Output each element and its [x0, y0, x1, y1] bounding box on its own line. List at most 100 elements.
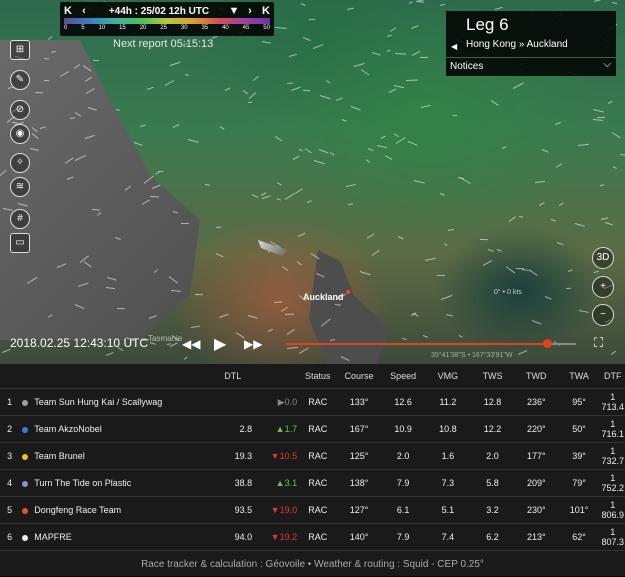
rewind-button[interactable]: ◀◀ [182, 337, 200, 351]
table-row[interactable]: 6MAPFRE94.0▼19.2RAC140°7.97.46.2213°62°1… [0, 524, 625, 551]
grid-icon[interactable]: # [10, 209, 30, 229]
wind-streak [414, 180, 425, 184]
col-status[interactable]: Status [298, 364, 337, 389]
wind-streak [620, 154, 625, 156]
ruler-icon[interactable]: ▭ [10, 233, 30, 253]
notices-dropdown[interactable]: Notices ⌵ [446, 57, 616, 76]
wind-streak [181, 223, 189, 224]
wind-streak [387, 35, 392, 37]
first-frame-button[interactable]: K [60, 5, 76, 17]
leg-prev-icon[interactable]: ◀ [451, 42, 457, 51]
wind-streak [566, 288, 571, 289]
australia-landmass [0, 40, 200, 340]
forecast-dropdown-icon[interactable]: ▼ [226, 5, 242, 17]
team-name: Dongfeng Race Team [34, 505, 121, 515]
wind-streak [458, 335, 462, 338]
wind-streak [495, 7, 503, 10]
timeline-progress[interactable] [286, 343, 547, 345]
wind-streak [480, 239, 488, 240]
wind-streak [150, 196, 159, 198]
compass-icon[interactable]: ✧ [10, 153, 30, 173]
wind-streak [425, 258, 436, 261]
play-button[interactable]: ▶ [214, 334, 226, 354]
wind-streak [396, 137, 406, 144]
table-row[interactable]: 4Turn The Tide on Plastic38.8▲3.1RAC138°… [0, 470, 625, 497]
speed-cell: 12.6 [381, 389, 426, 416]
wind-streak [377, 145, 387, 148]
wind-streak [305, 148, 312, 153]
wind-streak [381, 136, 386, 139]
wind-streak [395, 53, 406, 54]
fast-forward-button[interactable]: ▶▶ [244, 337, 262, 351]
wind-streak [550, 219, 555, 222]
wind-streak [372, 52, 381, 56]
next-report-label: Next report 05:15:13 [113, 38, 213, 50]
wind-streak [146, 86, 153, 89]
wind-streak [277, 198, 281, 201]
table-row[interactable]: 1Team Sun Hung Kai / Scallywag▶0.0RAC133… [0, 389, 625, 416]
col-course[interactable]: Course [337, 364, 380, 389]
prev-frame-button[interactable]: ‹ [76, 5, 92, 17]
rank-cell: 5 [0, 497, 19, 524]
wind-streak [274, 136, 282, 141]
col-dtf[interactable]: DTF [600, 364, 625, 389]
team-cell: Team Brunel [19, 443, 212, 470]
race-map[interactable]: K ‹ +44h : 25/02 12h UTC ▼ › K 051015202… [0, 0, 625, 364]
wind-streak [394, 134, 400, 139]
wind-streak [313, 44, 324, 49]
wind-streak [453, 115, 457, 116]
wind-streak [294, 188, 302, 194]
layers-icon[interactable]: ≋ [10, 177, 30, 197]
wind-streak [330, 152, 335, 155]
col-vmg[interactable]: VMG [426, 364, 471, 389]
course-cell: 133° [337, 389, 380, 416]
speed-cell: 7.9 [381, 524, 426, 551]
timeline-track[interactable] [548, 343, 576, 345]
next-frame-button[interactable]: › [242, 5, 258, 17]
fullscreen-icon[interactable]: ⛶ [594, 335, 603, 351]
wind-streak [612, 2, 617, 4]
table-row[interactable]: 5Dongfeng Race Team93.5▼19.0RAC127°6.15.… [0, 497, 625, 524]
zoom-out-button[interactable]: − [592, 304, 614, 326]
tws-cell: 12.8 [470, 389, 515, 416]
col-delta [253, 364, 298, 389]
current-datetime: 2018.02.25 12:43:10 UTC [10, 336, 148, 350]
delta-cell: ▶0.0 [253, 389, 298, 416]
wind-streak [594, 0, 601, 2]
wind-streak [220, 126, 224, 129]
wind-streak [487, 250, 493, 253]
wind-streak [555, 122, 561, 125]
timeline-handle[interactable] [543, 339, 552, 348]
wind-streak [348, 203, 353, 205]
scale-tick-label: 35 [201, 25, 208, 31]
table-row[interactable]: 2Team AkzoNobel2.8▲1.7RAC167°10.910.812.… [0, 416, 625, 443]
wind-icon[interactable]: ✎ [10, 70, 30, 90]
dtl-cell [212, 389, 253, 416]
wind-streak [260, 192, 266, 196]
rank-cell: 4 [0, 470, 19, 497]
wind-streak [372, 250, 380, 256]
col-dtl[interactable]: DTL [212, 364, 253, 389]
rank-cell: 1 [0, 389, 19, 416]
rank-cell: 2 [0, 416, 19, 443]
map-icon[interactable]: ⊞ [10, 40, 30, 60]
wind-streak [287, 82, 293, 84]
col-twa[interactable]: TWA [558, 364, 601, 389]
cursor-coordinates: 35°41'38"S • 167°33'91"W [431, 352, 512, 359]
wind-streak [205, 184, 210, 186]
wind-streak [390, 27, 397, 32]
zoom-in-button[interactable]: + [592, 276, 614, 298]
boat-marker[interactable] [258, 236, 288, 256]
view-3d-button[interactable]: 3D [592, 247, 614, 269]
last-frame-button[interactable]: K [258, 5, 274, 17]
boat-icon[interactable]: ◉ [10, 124, 30, 144]
wind-streak [216, 253, 224, 258]
col-twd[interactable]: TWD [515, 364, 558, 389]
col-speed[interactable]: Speed [381, 364, 426, 389]
twa-cell: 62° [558, 524, 601, 551]
table-row[interactable]: 3Team Brunel19.3▼10.5RAC125°2.01.62.0177… [0, 443, 625, 470]
route-icon[interactable]: ⊘ [10, 100, 30, 120]
wind-streak [509, 216, 516, 222]
col-tws[interactable]: TWS [470, 364, 515, 389]
leaderboard-rows: 1Team Sun Hung Kai / Scallywag▶0.0RAC133… [0, 389, 625, 577]
